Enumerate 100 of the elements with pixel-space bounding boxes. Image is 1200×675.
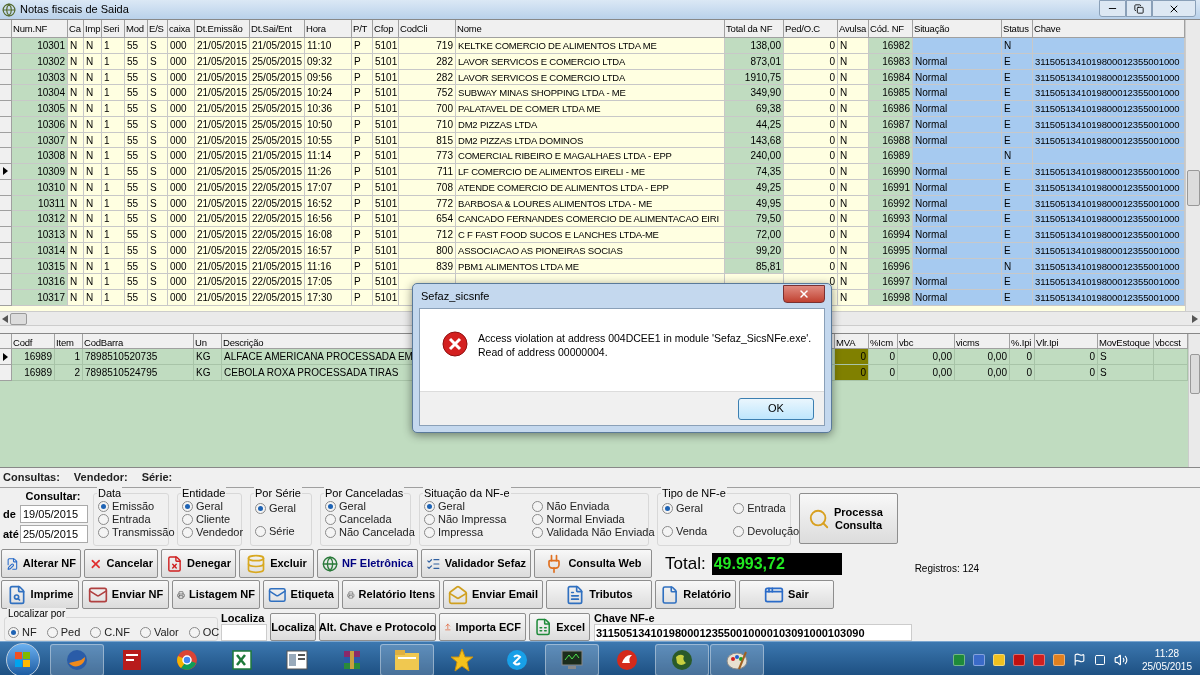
tray-icon[interactable] [1012,653,1025,666]
action-button[interactable]: Alt. Chave e Protocolo [319,613,436,641]
ok-button[interactable]: OK [738,397,814,420]
column-header[interactable]: Cód. NF [869,20,913,38]
column-header[interactable]: Cfop [373,20,399,38]
clock-date[interactable]: 25/05/2015 [1141,659,1192,673]
action-button[interactable]: Validador Sefaz [421,549,531,578]
column-header[interactable]: Status [1002,20,1033,38]
flag-icon[interactable] [1072,653,1086,666]
radio-button[interactable] [98,514,109,525]
radio-button[interactable] [98,501,109,512]
column-header[interactable]: vicms [955,334,1010,349]
globe-icon[interactable] [671,648,693,671]
action-button[interactable]: Etiqueta [263,580,339,609]
tray-icon[interactable] [1032,653,1045,666]
folder-icon[interactable] [394,648,420,671]
action-button[interactable]: Denegar [161,549,236,578]
network-icon[interactable] [1093,653,1106,666]
locate-field[interactable] [221,624,267,641]
radio-button[interactable] [139,626,151,638]
vertical-scrollbar[interactable] [1185,20,1200,311]
browser-icon[interactable] [176,648,198,671]
column-header[interactable]: Vlr.Ipi [1035,334,1098,349]
action-button[interactable]: NF Eletrônica [317,549,418,578]
column-header[interactable]: Chave [1033,20,1185,38]
radio-button[interactable] [98,527,109,538]
action-button[interactable]: Sair [739,580,834,609]
column-header[interactable]: Nome [456,20,725,38]
column-header[interactable]: vbccst [1154,334,1188,349]
radio-button[interactable] [662,503,673,514]
app-icon[interactable] [122,648,142,671]
column-header[interactable]: MovEstoque [1098,334,1154,349]
window-icon[interactable] [286,649,308,670]
scroll-right-icon[interactable] [1192,314,1198,323]
column-header[interactable]: E/S [148,20,168,38]
radio-button[interactable] [662,526,673,537]
to-date-field[interactable]: 25/05/2015 [20,525,88,543]
column-header[interactable]: Dt.Sai/Ent [250,20,305,38]
tray-icon[interactable] [1052,653,1065,666]
column-header[interactable]: Dt.Emissão [195,20,250,38]
tray-icon[interactable] [972,653,985,666]
radio-button[interactable] [325,514,336,525]
column-header[interactable]: CodCli [399,20,456,38]
action-button[interactable]: Relatório [655,580,736,609]
radio-button[interactable] [325,501,336,512]
bird-icon[interactable] [616,648,638,671]
action-button[interactable]: Consulta Web [534,549,652,578]
radio-button[interactable] [182,501,193,512]
radio-button[interactable] [532,514,544,525]
radio-button[interactable] [188,626,200,638]
volume-icon[interactable] [1113,652,1128,667]
action-button[interactable]: Importa ECF [439,613,526,641]
row-header[interactable] [0,164,12,180]
action-button[interactable]: Excluir [239,549,314,578]
column-header[interactable]: MVA [835,334,869,349]
column-header[interactable]: Seri [102,20,125,38]
chat-icon[interactable] [506,648,528,671]
vertical-scrollbar[interactable] [1188,334,1200,467]
radio-button[interactable] [8,626,19,638]
browser-icon[interactable] [66,648,88,671]
action-button[interactable]: Alterar NF [1,549,81,578]
star-icon[interactable] [450,647,474,672]
tray-icon[interactable] [952,653,965,666]
radio-button[interactable] [255,503,266,514]
restore-button[interactable] [1126,0,1152,17]
radio-button[interactable] [424,501,435,512]
column-header[interactable]: caixa [168,20,195,38]
column-header[interactable]: %Icm [869,334,898,349]
radio-button[interactable] [532,527,544,538]
column-header[interactable]: Imp [84,20,102,38]
action-button[interactable]: Excel [529,613,590,641]
column-header[interactable]: Ca [68,20,84,38]
scroll-thumb[interactable] [1189,354,1200,394]
spreadsheet-icon[interactable] [231,648,253,671]
radio-button[interactable] [325,527,336,538]
clock-time[interactable]: 11:28 [1154,646,1180,660]
column-header[interactable]: Avulsa [838,20,869,38]
close-button[interactable] [783,285,825,303]
column-header[interactable]: Hora [305,20,352,38]
archive-icon[interactable] [341,648,363,671]
scroll-thumb[interactable] [10,312,27,325]
column-header[interactable]: CodBarra [83,334,194,349]
action-button[interactable]: Enviar NF [82,580,169,609]
radio-button[interactable] [182,527,193,538]
radio-button[interactable] [424,514,435,525]
radio-button[interactable] [733,503,745,514]
from-date-field[interactable]: 19/05/2015 [20,505,88,523]
tray-icon[interactable] [992,653,1005,666]
scroll-left-icon[interactable] [2,314,8,323]
column-header[interactable]: Mod [125,20,148,38]
action-button[interactable]: Imprime [1,580,79,609]
column-header[interactable]: Codf [12,334,55,349]
process-button[interactable]: Processa Consulta [799,493,898,544]
column-header[interactable]: Num.NF [12,20,68,38]
column-header[interactable]: P/T [352,20,373,38]
scroll-thumb[interactable] [1186,170,1200,206]
radio-button[interactable] [733,526,745,537]
radio-button[interactable] [532,501,544,512]
key-field[interactable]: 31150513410198000123550010000103091000103090 [594,624,912,641]
radio-button[interactable] [46,626,58,638]
